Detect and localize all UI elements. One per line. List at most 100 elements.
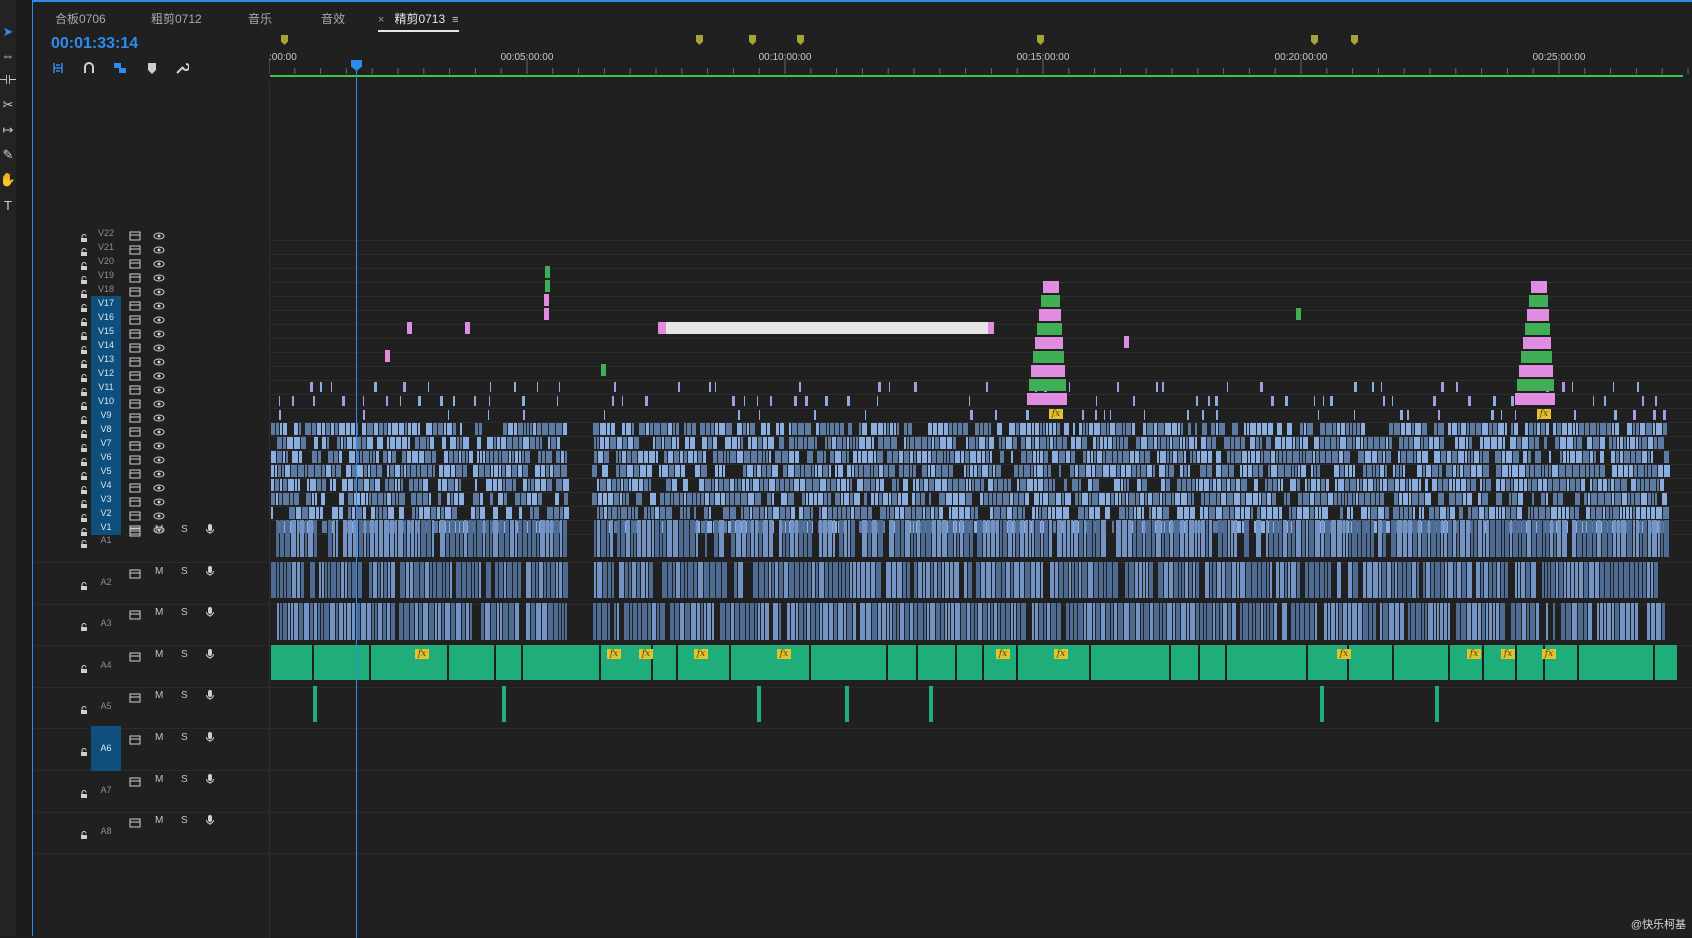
video-clip[interactable] — [1265, 479, 1267, 491]
audio-clip[interactable] — [1584, 603, 1587, 640]
video-clip[interactable] — [1511, 396, 1514, 406]
audio-clip[interactable] — [1021, 603, 1026, 640]
audio-clip[interactable] — [1545, 561, 1547, 599]
audio-clip[interactable] — [1020, 561, 1024, 599]
audio-clip[interactable] — [1325, 561, 1327, 599]
video-clip[interactable] — [1597, 423, 1599, 435]
audio-clip[interactable] — [1510, 520, 1512, 557]
video-clip[interactable] — [1449, 493, 1455, 505]
video-clip[interactable] — [533, 423, 536, 435]
video-clip[interactable] — [1359, 493, 1364, 505]
video-clip[interactable] — [1535, 451, 1541, 463]
sound-effect-clip[interactable] — [502, 686, 506, 722]
audio-clip[interactable] — [1631, 603, 1634, 640]
video-clip[interactable] — [1040, 493, 1042, 505]
video-clip[interactable] — [1177, 507, 1183, 519]
audio-clip[interactable] — [1011, 561, 1013, 599]
video-clip[interactable] — [1515, 410, 1516, 420]
video-clip[interactable] — [634, 465, 639, 477]
sync-lock-icon[interactable] — [129, 228, 141, 241]
video-clip[interactable] — [1223, 507, 1229, 519]
audio-clip[interactable] — [1411, 603, 1415, 640]
audio-clip[interactable] — [344, 603, 346, 640]
video-clip[interactable] — [1567, 437, 1573, 449]
audio-clip[interactable] — [1114, 603, 1117, 640]
video-clip[interactable] — [628, 437, 633, 449]
audio-clip[interactable] — [632, 561, 636, 599]
video-clip[interactable] — [1187, 479, 1191, 491]
video-clip[interactable] — [824, 451, 826, 463]
video-clip[interactable] — [767, 465, 771, 477]
video-clip[interactable] — [1657, 479, 1659, 491]
track-area[interactable]: fx fx fx fx fx fx fx fx fx fx fx fx fx — [269, 226, 1692, 938]
audio-clip[interactable] — [719, 520, 724, 557]
video-clip[interactable] — [364, 479, 369, 491]
video-clip[interactable] — [1467, 479, 1470, 491]
audio-clip[interactable] — [1031, 561, 1035, 599]
video-clip[interactable] — [271, 493, 275, 505]
video-clip[interactable] — [1404, 437, 1408, 449]
video-clip[interactable] — [1361, 507, 1367, 519]
video-clip[interactable] — [1120, 437, 1123, 449]
audio-clip[interactable] — [1044, 603, 1046, 640]
video-clip[interactable] — [1040, 437, 1046, 449]
video-clip[interactable] — [1400, 479, 1405, 491]
audio-clip[interactable] — [440, 520, 445, 557]
video-clip[interactable] — [1200, 507, 1203, 519]
audio-clip[interactable] — [442, 603, 444, 640]
audio-clip[interactable] — [1453, 520, 1456, 557]
video-clip[interactable] — [384, 493, 386, 505]
video-clip[interactable] — [1250, 423, 1256, 435]
audio-clip[interactable] — [1643, 561, 1646, 599]
video-clip[interactable] — [1641, 507, 1646, 519]
video-clip[interactable] — [463, 465, 467, 477]
audio-clip[interactable] — [1035, 520, 1040, 557]
audio-clip[interactable] — [673, 561, 675, 599]
video-clip[interactable] — [1017, 479, 1019, 491]
video-clip[interactable] — [598, 451, 603, 463]
video-clip[interactable] — [1126, 423, 1131, 435]
tab-sequence-1[interactable]: 合板0706 — [55, 10, 106, 27]
video-clip[interactable] — [1266, 437, 1271, 449]
audio-clip[interactable] — [772, 561, 774, 599]
video-clip[interactable] — [1332, 451, 1338, 463]
video-clip[interactable] — [592, 493, 597, 505]
audio-clip[interactable] — [1437, 603, 1439, 640]
video-clip[interactable] — [373, 451, 375, 463]
video-clip[interactable] — [1268, 465, 1270, 477]
video-clip[interactable] — [976, 437, 978, 449]
video-clip[interactable] — [1479, 507, 1484, 519]
video-clip[interactable] — [1622, 493, 1627, 505]
video-clip[interactable] — [354, 493, 360, 505]
video-clip[interactable] — [1480, 437, 1483, 449]
video-clip[interactable] — [542, 423, 548, 435]
video-clip[interactable] — [1591, 493, 1597, 505]
video-clip[interactable] — [825, 396, 828, 406]
video-clip[interactable] — [427, 437, 429, 449]
video-clip[interactable] — [1219, 423, 1225, 435]
audio-clip[interactable] — [647, 520, 651, 557]
audio-clip[interactable] — [383, 603, 386, 640]
video-clip[interactable] — [1187, 410, 1189, 420]
audio-clip[interactable] — [1643, 520, 1647, 557]
video-clip[interactable] — [859, 423, 861, 435]
lock-icon[interactable] — [80, 313, 88, 326]
video-clip[interactable] — [1423, 465, 1425, 477]
video-clip[interactable] — [1261, 521, 1265, 533]
audio-clip[interactable] — [1448, 561, 1453, 599]
audio-clip[interactable] — [914, 561, 917, 599]
adjustment-clip[interactable] — [1519, 365, 1553, 377]
audio-clip[interactable] — [1367, 561, 1372, 599]
video-clip[interactable] — [1656, 423, 1662, 435]
video-clip[interactable] — [966, 479, 968, 491]
video-clip[interactable] — [1331, 437, 1336, 449]
video-clip[interactable] — [1137, 465, 1140, 477]
video-clip[interactable] — [850, 437, 852, 449]
video-clip[interactable] — [899, 465, 903, 477]
video-clip[interactable] — [984, 493, 988, 505]
audio-clip[interactable] — [1605, 561, 1610, 599]
video-clip[interactable] — [442, 479, 447, 491]
audio-clip[interactable] — [1389, 603, 1394, 640]
video-clip[interactable] — [1590, 423, 1596, 435]
video-clip[interactable] — [1172, 423, 1177, 435]
